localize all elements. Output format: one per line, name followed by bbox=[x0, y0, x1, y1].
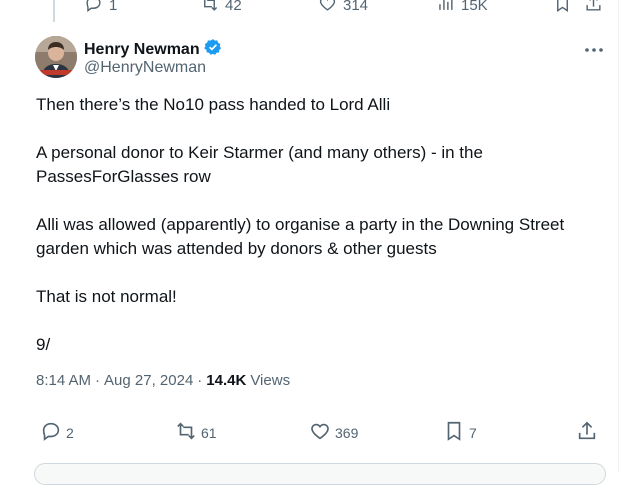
previous-tweet-actions: 1 42 314 15K bbox=[0, 0, 623, 22]
repost-count: 61 bbox=[201, 424, 217, 441]
bookmark-button[interactable]: 7 bbox=[443, 420, 477, 445]
prev-repost-button[interactable]: 42 bbox=[200, 0, 242, 17]
tweet-text: Then there’s the No10 pass handed to Lor… bbox=[36, 93, 596, 357]
tweet-paragraph: That is not normal! bbox=[36, 287, 177, 306]
author-name-row[interactable]: Henry Newman bbox=[84, 38, 222, 61]
share-icon bbox=[576, 420, 598, 445]
heart-icon bbox=[318, 0, 337, 17]
separator-dot: · bbox=[197, 372, 203, 389]
author-handle[interactable]: @HenryNewman bbox=[84, 59, 206, 77]
repost-icon bbox=[175, 420, 197, 445]
bookmark-count: 7 bbox=[469, 424, 477, 441]
prev-views-button[interactable]: 15K bbox=[436, 0, 488, 17]
prev-bookmark-button[interactable] bbox=[553, 0, 572, 17]
share-icon bbox=[584, 0, 603, 17]
share-button[interactable] bbox=[576, 420, 598, 445]
separator-dot: · bbox=[95, 372, 101, 389]
tweet-paragraph: A personal donor to Keir Starmer (and ma… bbox=[36, 143, 488, 186]
tweet-actions-bar: 2 61 369 7 bbox=[0, 420, 623, 448]
views-count[interactable]: 14.4K bbox=[206, 372, 246, 389]
reply-button[interactable]: 2 bbox=[40, 420, 74, 445]
tweet-time[interactable]: 8:14 AM bbox=[36, 372, 91, 389]
tweet-paragraph: 9/ bbox=[36, 335, 51, 354]
prev-repost-count: 42 bbox=[225, 0, 242, 14]
prev-reply-count: 1 bbox=[109, 0, 118, 14]
prev-share-button[interactable] bbox=[584, 0, 603, 17]
reply-icon bbox=[40, 420, 62, 445]
verified-badge-icon bbox=[203, 38, 222, 61]
tweet-metadata: 8:14 AM · Aug 27, 2024 · 14.4K Views bbox=[36, 372, 290, 389]
tweet-paragraph: Alli was allowed (apparently) to organis… bbox=[36, 215, 569, 258]
like-count: 369 bbox=[335, 424, 359, 441]
views-label: Views bbox=[250, 372, 291, 389]
repost-button[interactable]: 61 bbox=[175, 420, 217, 445]
author-name[interactable]: Henry Newman bbox=[84, 41, 200, 59]
prev-like-count: 314 bbox=[343, 0, 369, 14]
reply-icon bbox=[84, 0, 103, 17]
bookmark-icon bbox=[553, 0, 572, 17]
prev-views-count: 15K bbox=[461, 0, 488, 14]
like-button[interactable]: 369 bbox=[309, 420, 358, 445]
tweet-paragraph: Then there’s the No10 pass handed to Lor… bbox=[36, 95, 391, 114]
bookmark-icon bbox=[443, 420, 465, 445]
reply-count: 2 bbox=[66, 424, 74, 441]
heart-icon bbox=[309, 420, 331, 445]
timeline-border bbox=[618, 0, 619, 473]
tweet-date[interactable]: Aug 27, 2024 bbox=[104, 372, 193, 389]
tweet-header: Henry Newman @HenryNewman bbox=[0, 32, 623, 84]
views-icon bbox=[436, 0, 455, 17]
repost-icon bbox=[200, 0, 219, 17]
more-icon[interactable] bbox=[583, 42, 605, 52]
prev-reply-button[interactable]: 1 bbox=[84, 0, 117, 17]
prev-like-button[interactable]: 314 bbox=[318, 0, 368, 17]
reply-input-box[interactable] bbox=[34, 463, 606, 485]
avatar[interactable] bbox=[35, 36, 77, 78]
